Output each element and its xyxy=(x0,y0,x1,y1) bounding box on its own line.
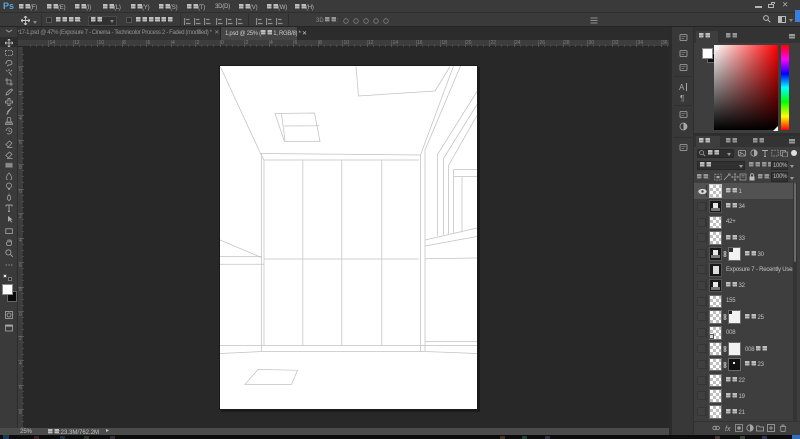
svg-text:¶: ¶ xyxy=(680,94,684,102)
svg-text:A: A xyxy=(679,83,685,91)
svg-text:fx: fx xyxy=(725,426,731,432)
